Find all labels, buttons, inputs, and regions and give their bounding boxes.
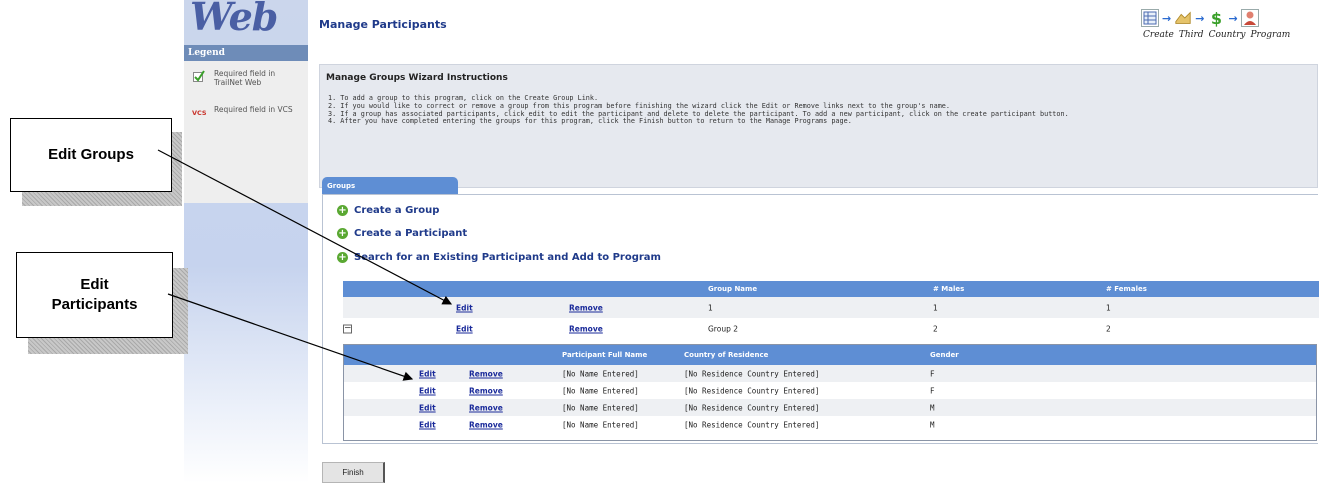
remove-participant-link[interactable]: Remove bbox=[469, 369, 503, 378]
table-row: − Edit Remove Group 2 2 2 bbox=[343, 318, 1319, 339]
participant-name: [No Name Entered] bbox=[562, 403, 639, 412]
tab-groups[interactable]: Groups bbox=[322, 177, 458, 194]
table-row: Edit Remove [No Name Entered] [No Reside… bbox=[344, 365, 1316, 382]
legend-item-label: Required field in VCS bbox=[214, 105, 293, 114]
table-row: Edit Remove [No Name Entered] [No Reside… bbox=[344, 399, 1316, 416]
person-icon[interactable] bbox=[1240, 9, 1259, 27]
plus-icon: + bbox=[337, 228, 348, 239]
create-participant-label: Create a Participant bbox=[354, 228, 468, 239]
participant-name: [No Name Entered] bbox=[562, 369, 639, 378]
instructions-list: 1. To add a group to this program, click… bbox=[326, 94, 1311, 126]
third-party-icon[interactable] bbox=[1174, 9, 1192, 27]
participant-name: [No Name Entered] bbox=[562, 420, 639, 429]
remove-participant-link[interactable]: Remove bbox=[469, 386, 503, 395]
step-label-country: Country bbox=[1208, 30, 1246, 40]
plus-icon: + bbox=[337, 205, 348, 216]
edit-participant-link[interactable]: Edit bbox=[419, 403, 436, 412]
participant-gender: M bbox=[930, 420, 935, 429]
group-males: 2 bbox=[933, 324, 938, 333]
edit-participant-link[interactable]: Edit bbox=[419, 369, 436, 378]
col-participant-name: Participant Full Name bbox=[562, 351, 648, 359]
collapse-toggle-icon[interactable]: − bbox=[343, 324, 352, 333]
search-participant-link[interactable]: + Search for an Existing Participant and… bbox=[337, 252, 661, 263]
legend-item-vcs: VCS Required field in VCS bbox=[192, 105, 294, 119]
create-group-link[interactable]: + Create a Group bbox=[337, 205, 439, 216]
group-name: 1 bbox=[708, 303, 713, 312]
group-females: 1 bbox=[1106, 303, 1111, 312]
legend-item-trailnet: Required field in TrailNet Web bbox=[192, 69, 294, 87]
create-table-icon[interactable] bbox=[1141, 9, 1159, 27]
page-title: Manage Participants bbox=[319, 18, 447, 31]
plus-icon: + bbox=[337, 252, 348, 263]
participant-country: [No Residence Country Entered] bbox=[684, 386, 820, 395]
sidebar: Web Legend Required field in TrailNet We… bbox=[184, 0, 308, 483]
dollar-icon[interactable]: $ bbox=[1207, 9, 1225, 28]
app-logo: Web bbox=[190, 0, 278, 39]
step-label-create: Create bbox=[1143, 30, 1174, 40]
legend: Required field in TrailNet Web VCS Requi… bbox=[184, 61, 308, 203]
instruction-item: 4. After you have completed entering the… bbox=[328, 117, 852, 126]
wizard-steps: → → $ → Create Third Country Program bbox=[1139, 6, 1319, 46]
participant-name: [No Name Entered] bbox=[562, 386, 639, 395]
vcs-icon: VCS bbox=[192, 105, 206, 119]
legend-item-label: Required field in TrailNet Web bbox=[214, 69, 276, 87]
participant-gender: F bbox=[930, 369, 935, 378]
participant-gender: M bbox=[930, 403, 935, 412]
green-check-icon bbox=[192, 69, 206, 83]
col-country: Country of Residence bbox=[684, 351, 769, 359]
create-participant-link[interactable]: + Create a Participant bbox=[337, 228, 467, 239]
group-name: Group 2 bbox=[708, 324, 738, 333]
edit-participant-link[interactable]: Edit bbox=[419, 386, 436, 395]
edit-participant-link[interactable]: Edit bbox=[419, 420, 436, 429]
create-group-label: Create a Group bbox=[354, 205, 440, 216]
remove-group-link[interactable]: Remove bbox=[569, 324, 603, 333]
step-label-third: Third bbox=[1178, 30, 1204, 40]
edit-group-link[interactable]: Edit bbox=[456, 324, 473, 333]
group-males: 1 bbox=[933, 303, 938, 312]
groups-table-header: Group Name # Males # Females bbox=[343, 281, 1319, 297]
svg-text:VCS: VCS bbox=[192, 109, 206, 117]
arrow-right-icon: → bbox=[1228, 11, 1238, 25]
table-row: Edit Remove [No Name Entered] [No Reside… bbox=[344, 416, 1316, 433]
table-row: Edit Remove [No Name Entered] [No Reside… bbox=[344, 382, 1316, 399]
arrow-right-icon: → bbox=[1195, 11, 1205, 25]
participant-country: [No Residence Country Entered] bbox=[684, 420, 820, 429]
col-gender: Gender bbox=[930, 351, 959, 359]
col-males: # Males bbox=[933, 285, 965, 293]
table-row: Edit Remove 1 1 1 bbox=[343, 297, 1319, 318]
edit-group-link[interactable]: Edit bbox=[456, 303, 473, 312]
wizard-instructions: Manage Groups Wizard Instructions 1. To … bbox=[319, 64, 1318, 188]
step-label-program: Program bbox=[1250, 30, 1291, 40]
remove-group-link[interactable]: Remove bbox=[569, 303, 603, 312]
participant-country: [No Residence Country Entered] bbox=[684, 369, 820, 378]
participant-gender: F bbox=[930, 386, 935, 395]
legend-title: Legend bbox=[184, 45, 308, 61]
participants-table-header: Participant Full Name Country of Residen… bbox=[344, 345, 1316, 365]
participant-country: [No Residence Country Entered] bbox=[684, 403, 820, 412]
remove-participant-link[interactable]: Remove bbox=[469, 403, 503, 412]
callout-label: Edit Groups bbox=[10, 118, 172, 192]
groups-panel: + Create a Group + Create a Participant … bbox=[322, 194, 1319, 444]
finish-button[interactable]: Finish bbox=[322, 462, 385, 483]
col-females: # Females bbox=[1106, 285, 1147, 293]
participants-table: Participant Full Name Country of Residen… bbox=[343, 344, 1317, 441]
search-participant-label: Search for an Existing Participant and A… bbox=[354, 252, 661, 263]
col-group-name: Group Name bbox=[708, 285, 758, 293]
arrow-right-icon: → bbox=[1162, 11, 1172, 25]
instructions-title: Manage Groups Wizard Instructions bbox=[326, 73, 508, 83]
remove-participant-link[interactable]: Remove bbox=[469, 420, 503, 429]
callout-label: Edit Participants bbox=[16, 252, 173, 338]
group-females: 2 bbox=[1106, 324, 1111, 333]
